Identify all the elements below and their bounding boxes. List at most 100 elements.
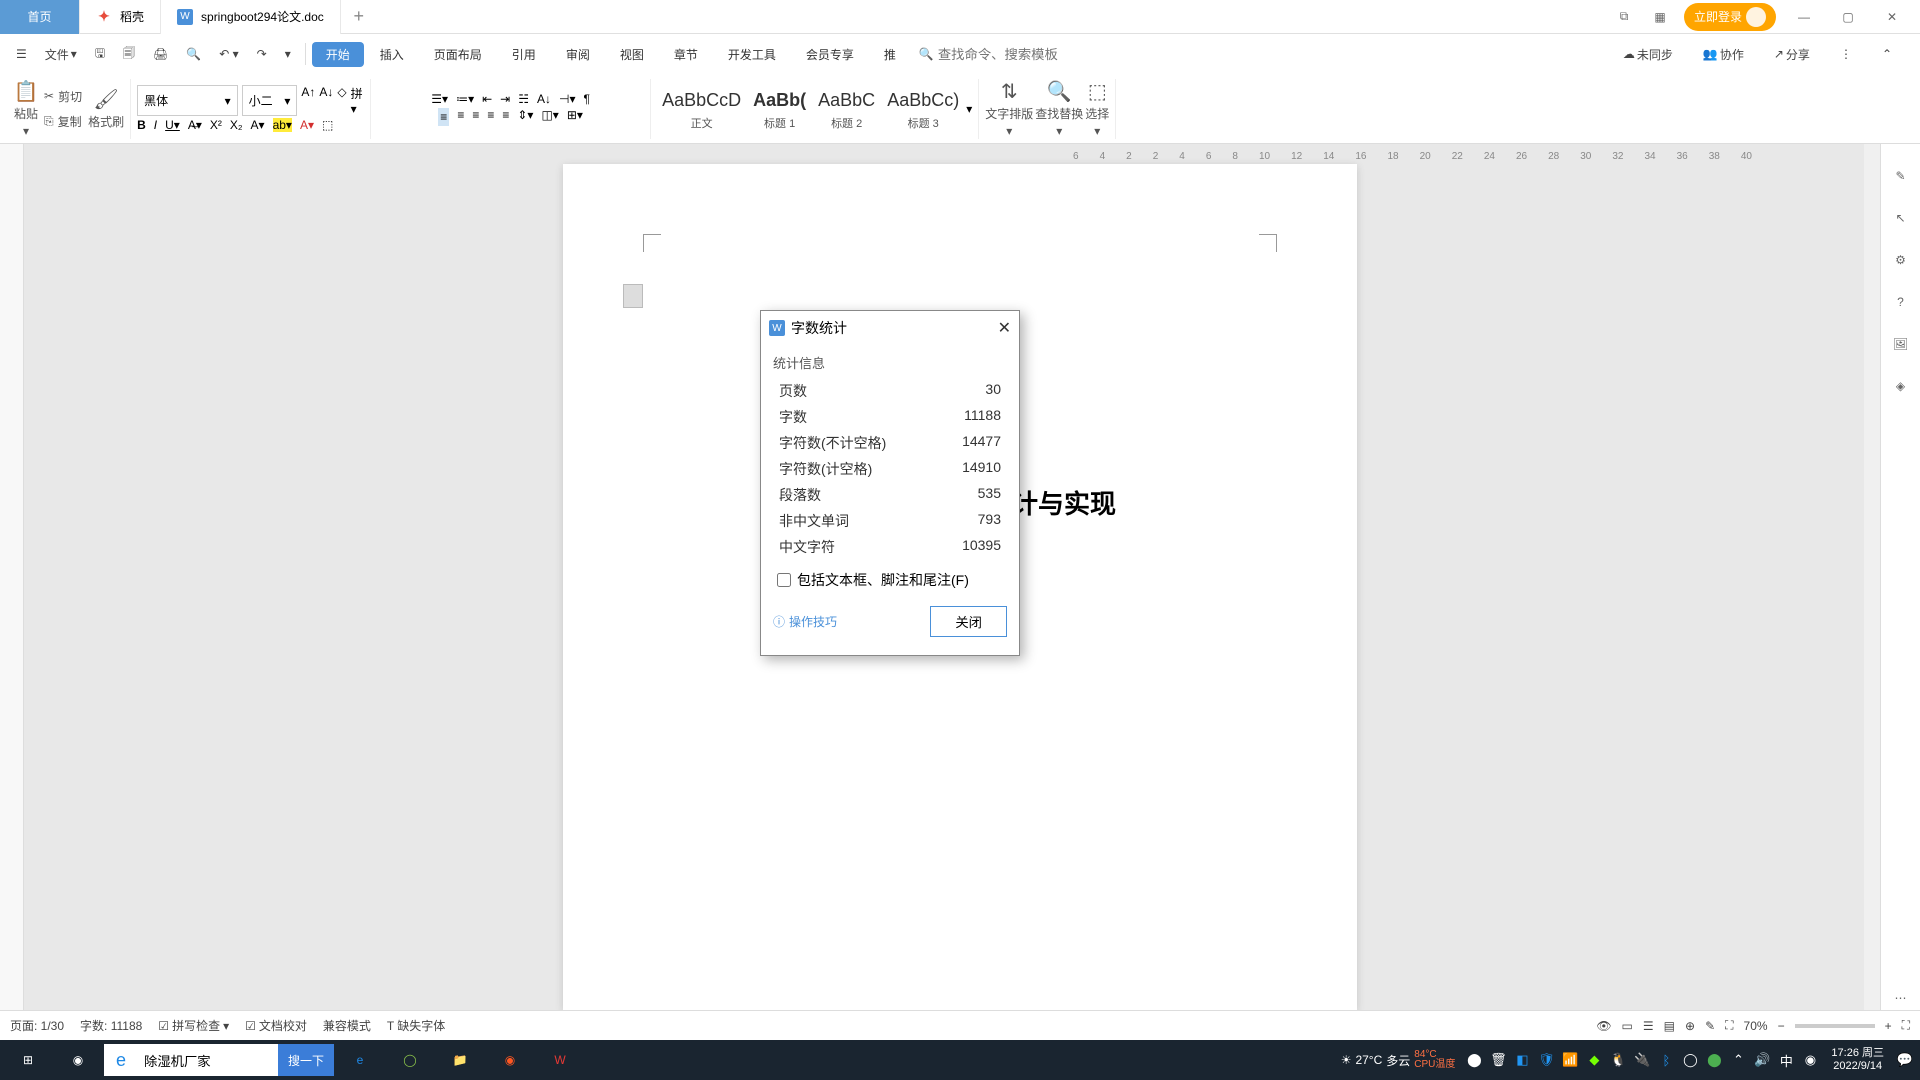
- cut-button[interactable]: ✂ 剪切: [40, 86, 86, 107]
- app-task-icon[interactable]: ◉: [486, 1040, 534, 1080]
- subscript-icon[interactable]: X₂: [230, 118, 243, 132]
- tray-icon[interactable]: 🔌: [1631, 1049, 1653, 1071]
- notifications-icon[interactable]: 💬: [1894, 1049, 1916, 1071]
- style-h2[interactable]: AaBbC标题 2: [813, 84, 880, 134]
- view-page-icon[interactable]: ▭: [1622, 1019, 1633, 1033]
- ribbon-tab-start[interactable]: 开始: [312, 42, 364, 67]
- underline-icon[interactable]: U▾: [165, 118, 180, 132]
- align-left-icon[interactable]: ≡: [438, 108, 449, 126]
- tray-icon[interactable]: 🛡: [1535, 1049, 1557, 1071]
- more-tools-icon[interactable]: ⋯: [1889, 986, 1913, 1010]
- annotate-icon[interactable]: ✎: [1705, 1019, 1715, 1033]
- shading-icon[interactable]: ◫▾: [541, 108, 558, 126]
- ie-task-icon[interactable]: e: [336, 1040, 384, 1080]
- print-preview-icon[interactable]: 🔍: [178, 41, 209, 67]
- spellcheck-toggle[interactable]: ☑ 拼写检查 ▾: [158, 1017, 229, 1034]
- border-icon[interactable]: ⊞▾: [567, 108, 583, 126]
- line-spacing-icon[interactable]: ⇕▾: [517, 108, 533, 126]
- wps-task-icon[interactable]: W: [536, 1040, 584, 1080]
- style-normal[interactable]: AaBbCcD正文: [657, 84, 746, 134]
- font-name-select[interactable]: 黑体▾: [137, 85, 238, 116]
- share-button[interactable]: ↗ 分享: [1766, 40, 1818, 69]
- fullscreen-icon[interactable]: ⛶: [1902, 1018, 1910, 1033]
- ribbon-tab-reference[interactable]: 引用: [498, 42, 550, 67]
- minimize-button[interactable]: —: [1788, 1, 1820, 33]
- obs-icon[interactable]: ◉: [54, 1040, 102, 1080]
- tab-document[interactable]: W springboot294论文.doc: [161, 0, 341, 34]
- print-icon[interactable]: 🖨: [145, 41, 176, 67]
- align-right-icon[interactable]: ≡: [472, 108, 479, 126]
- save-as-icon[interactable]: 🗐: [115, 38, 143, 71]
- cursor-tool-icon[interactable]: ↖: [1889, 206, 1913, 230]
- browser-task-icon[interactable]: ◯: [386, 1040, 434, 1080]
- zoom-in-icon[interactable]: +: [1885, 1019, 1892, 1033]
- ribbon-tab-devtools[interactable]: 开发工具: [714, 42, 790, 67]
- taskbar-search[interactable]: e 搜一下: [104, 1044, 334, 1076]
- strikethrough-icon[interactable]: A̶▾: [188, 118, 202, 132]
- taskbar-clock[interactable]: 17:26 周三2022/9/14: [1823, 1047, 1892, 1073]
- page-indicator[interactable]: 页面: 1/30: [10, 1017, 64, 1034]
- vertical-scrollbar[interactable]: [1864, 144, 1880, 1010]
- tray-icon[interactable]: ◯: [1679, 1049, 1701, 1071]
- decrease-indent-icon[interactable]: ⇤: [482, 92, 492, 106]
- tray-ime-icon[interactable]: ◉: [1799, 1049, 1821, 1071]
- text-sort-button[interactable]: ⇅文字排版▾: [985, 79, 1033, 138]
- tray-wifi-icon[interactable]: 📶: [1559, 1049, 1581, 1071]
- view-outline-icon[interactable]: ☰: [1643, 1019, 1654, 1033]
- number-list-icon[interactable]: ≔▾: [456, 92, 474, 106]
- asian-layout-icon[interactable]: ☵: [518, 92, 529, 106]
- tray-icon[interactable]: ◆: [1583, 1049, 1605, 1071]
- file-menu[interactable]: 文件 ▾: [37, 40, 85, 69]
- taskbar-search-button[interactable]: 搜一下: [278, 1044, 334, 1076]
- increase-font-icon[interactable]: A↑: [301, 85, 315, 116]
- sync-status[interactable]: ☁ 未同步: [1615, 40, 1681, 69]
- ribbon-tab-insert[interactable]: 插入: [366, 42, 418, 67]
- ribbon-tab-more[interactable]: 推: [870, 42, 910, 67]
- align-justify-icon[interactable]: ≡: [487, 108, 494, 126]
- tray-icon[interactable]: ⬤: [1463, 1049, 1485, 1071]
- add-tab-button[interactable]: +: [341, 0, 377, 34]
- dialog-close-ok-button[interactable]: 关闭: [930, 606, 1007, 637]
- fit-width-icon[interactable]: ⛶: [1725, 1018, 1733, 1033]
- style-gallery[interactable]: AaBbCcD正文 AaBb(标题 1 AaBbC标题 2 AaBbCc)标题 …: [657, 84, 964, 134]
- view-read-icon[interactable]: ▤: [1664, 1019, 1675, 1033]
- missing-font-button[interactable]: T 缺失字体: [387, 1017, 445, 1034]
- tab-home[interactable]: 首页: [0, 0, 80, 34]
- view-web-icon[interactable]: ⊕: [1685, 1019, 1695, 1033]
- tray-icon[interactable]: 🐧: [1607, 1049, 1629, 1071]
- login-button[interactable]: 立即登录: [1684, 3, 1776, 31]
- tray-bluetooth-icon[interactable]: ᛒ: [1655, 1049, 1677, 1071]
- location-icon[interactable]: ◈: [1889, 374, 1913, 398]
- font-color-icon[interactable]: A▾: [300, 118, 314, 132]
- dialog-close-button[interactable]: ✕: [998, 318, 1011, 338]
- bullet-list-icon[interactable]: ☰▾: [431, 92, 448, 106]
- ime-indicator[interactable]: 中: [1775, 1049, 1797, 1071]
- style-more-icon[interactable]: ▾: [966, 102, 972, 116]
- undo-icon[interactable]: ↶ ▾: [211, 41, 246, 67]
- tray-icon[interactable]: 🗑: [1487, 1049, 1509, 1071]
- taskbar-search-input[interactable]: [138, 1053, 278, 1068]
- clear-format-icon[interactable]: ◇: [337, 85, 346, 116]
- highlight-icon[interactable]: ab▾: [273, 118, 292, 132]
- start-button[interactable]: ⊞: [4, 1040, 52, 1080]
- paste-button[interactable]: 📋粘贴▾: [14, 79, 38, 138]
- char-border-icon[interactable]: ⬚: [322, 118, 333, 132]
- text-effect-icon[interactable]: A▾: [251, 118, 265, 132]
- superscript-icon[interactable]: X²: [210, 118, 222, 132]
- zoom-level[interactable]: 70%: [1744, 1019, 1768, 1033]
- tab-doke[interactable]: ✦ 稻壳: [80, 0, 161, 34]
- close-window-button[interactable]: ✕: [1876, 1, 1908, 33]
- explorer-task-icon[interactable]: 📁: [436, 1040, 484, 1080]
- tips-link[interactable]: ⓘ 操作技巧: [773, 613, 837, 630]
- decrease-font-icon[interactable]: A↓: [319, 85, 333, 116]
- more-qat-icon[interactable]: ▾: [277, 41, 299, 67]
- command-search-input[interactable]: [938, 47, 1078, 62]
- focus-mode-icon[interactable]: 👁: [1596, 1019, 1611, 1033]
- collapse-ribbon-icon[interactable]: ⌃: [1874, 41, 1900, 67]
- help-icon[interactable]: ?: [1889, 290, 1913, 314]
- select-button[interactable]: ⬚选择▾: [1085, 79, 1109, 138]
- align-center-icon[interactable]: ≡: [457, 108, 464, 126]
- zoom-out-icon[interactable]: −: [1778, 1019, 1785, 1033]
- command-search[interactable]: 🔍: [912, 43, 1085, 66]
- pencil-tool-icon[interactable]: ✎: [1889, 164, 1913, 188]
